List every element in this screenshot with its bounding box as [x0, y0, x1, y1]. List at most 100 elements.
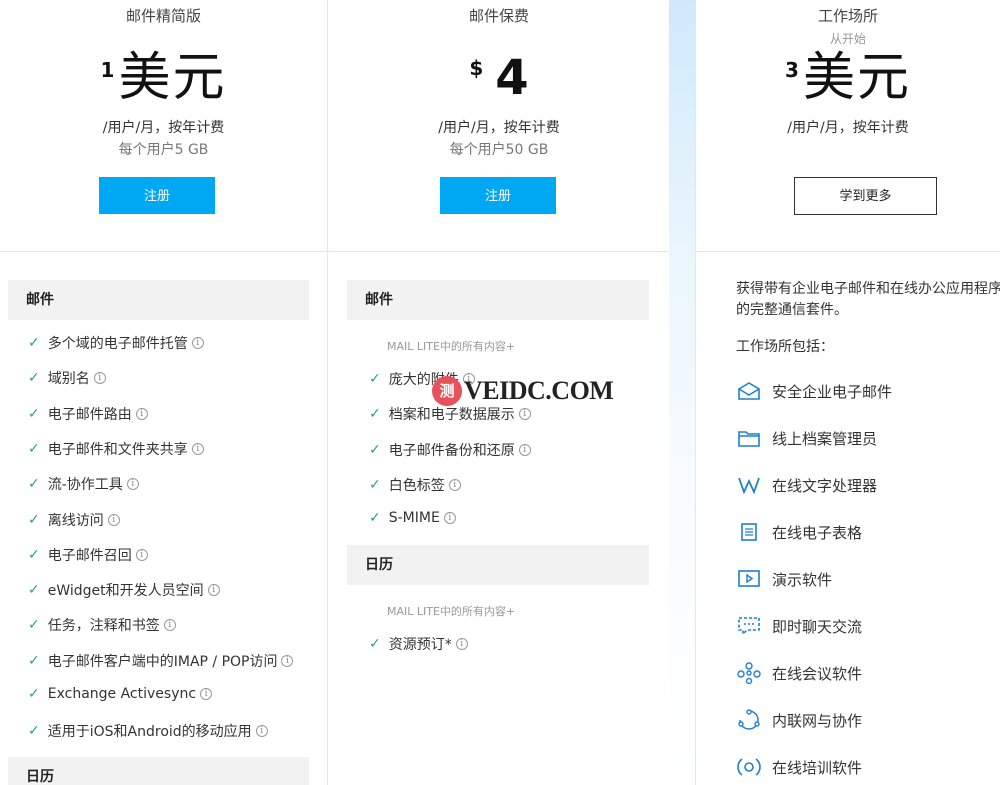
workplace-app-label: 在线文字处理器 [772, 476, 878, 495]
feature-label: 档案和电子数据展示 [388, 407, 515, 424]
feature-item: ✓ S-MIME i [369, 510, 456, 526]
plan-header: 工作场所 从开始 3 美元 /用户/月，按年计费 学到更多 [696, 0, 1000, 252]
section-header-mail: 邮件 [347, 280, 649, 320]
plan-workplace: 工作场所 从开始 3 美元 /用户/月，按年计费 学到更多 获得带有企业电子邮件… [695, 0, 1000, 785]
feature-item: ✓ 电子邮件备份和还原 i [369, 440, 531, 460]
info-icon[interactable]: i [191, 442, 204, 455]
check-icon: ✓ [369, 371, 381, 387]
learn-more-button[interactable]: 学到更多 [794, 177, 937, 215]
feature-item: ✓ eWidget和开发人员空间 i [28, 580, 220, 600]
workplace-app-item: 在线文字处理器 [736, 474, 877, 496]
feature-label: 域别名 [47, 371, 90, 388]
price-currency: $ [469, 56, 484, 80]
info-icon[interactable]: i [135, 407, 148, 420]
feature-label: 离线访问 [47, 512, 104, 529]
sheet-icon [736, 521, 762, 543]
inherit-note: MAIL LITE中的所有内容+ [387, 605, 516, 618]
info-icon[interactable]: i [207, 584, 220, 597]
feature-item: ✓ 白色标签 i [369, 475, 461, 495]
info-icon[interactable]: i [518, 408, 531, 421]
check-icon: ✓ [28, 405, 40, 422]
chat-icon [736, 615, 762, 637]
price-amount: 3 [785, 58, 799, 82]
check-icon: ✓ [28, 335, 40, 351]
info-icon[interactable]: i [455, 638, 468, 650]
check-icon: ✓ [369, 510, 381, 527]
plan-header: 邮件精简版 1 美元 /用户/月，按年计费 每个用户5 GB 注册 [0, 0, 327, 252]
feature-label: S-MIME [388, 510, 440, 527]
plan-subtitle: 从开始 [829, 32, 866, 46]
feature-label: 多个域的电子邮件托管 [47, 336, 188, 352]
workplace-app-item: 内联网与协作 [736, 709, 862, 731]
price-amount: 4 [495, 50, 529, 106]
feature-item: ✓ 电子邮件召回 i [28, 545, 148, 565]
info-icon[interactable]: i [135, 548, 148, 561]
workplace-app-label: 在线会议软件 [772, 664, 863, 683]
feature-item: ✓ 适用于iOS和Android的移动应用 i [28, 721, 268, 741]
check-icon: ✓ [28, 652, 40, 669]
column-gap [669, 0, 695, 785]
feature-label: 电子邮件和文件夹共享 [47, 441, 188, 458]
info-icon[interactable]: i [281, 654, 294, 667]
info-icon[interactable]: i [200, 688, 213, 700]
workplace-app-item: 在线电子表格 [736, 521, 862, 543]
price-currency: 美元 [802, 48, 911, 108]
info-icon[interactable]: i [518, 443, 531, 456]
info-icon[interactable]: i [448, 478, 461, 491]
info-icon[interactable]: i [443, 512, 456, 525]
feature-label: eWidget和开发人员空间 [47, 583, 204, 600]
feature-label: 电子邮件路由 [47, 406, 132, 423]
storage-info: 每个用户5 GB [118, 142, 209, 158]
info-icon[interactable]: i [163, 619, 176, 632]
check-icon: ✓ [369, 636, 381, 652]
writer-icon [736, 474, 762, 496]
workplace-app-label: 即时聊天交流 [772, 617, 863, 636]
check-icon: ✓ [28, 686, 40, 702]
feature-label: 白色标签 [388, 477, 445, 494]
folder-icon [736, 427, 762, 449]
feature-item: ✓ 档案和电子数据展示 i [369, 404, 531, 424]
billing-period: /用户/月，按年计费 [102, 120, 225, 136]
plan-name: 邮件精简版 [125, 7, 201, 25]
workplace-app-label: 线上档案管理员 [772, 429, 878, 448]
signup-button[interactable]: 注册 [99, 177, 215, 214]
workplace-app-label: 演示软件 [772, 570, 833, 589]
workplace-description-line: 获得带有企业电子邮件和在线办公应用程序 [736, 281, 1000, 297]
check-icon: ✓ [28, 723, 40, 740]
workplace-app-label: 内联网与协作 [772, 711, 863, 730]
info-icon[interactable]: i [126, 478, 139, 491]
workplace-app-item: 即时聊天交流 [736, 615, 862, 637]
check-icon: ✓ [28, 511, 40, 528]
info-icon[interactable]: i [107, 513, 120, 526]
check-icon: ✓ [28, 476, 40, 493]
check-icon: ✓ [28, 582, 40, 599]
plan-price: 1 美元 [0, 46, 327, 110]
feature-label: 适用于iOS和Android的移动应用 [47, 724, 252, 741]
feature-item: ✓ 多个域的电子邮件托管 i [28, 333, 204, 353]
section-header-calendar: 日历 [8, 757, 309, 785]
workplace-includes-label: 工作场所包括： [736, 339, 834, 355]
feature-item: ✓ 电子邮件路由 i [28, 404, 148, 424]
feature-label: 任务，注释和书签 [47, 618, 160, 635]
workplace-app-item: 在线培训软件 [736, 756, 862, 778]
workplace-app-label: 安全企业电子邮件 [772, 382, 893, 401]
signup-button[interactable]: 注册 [440, 177, 556, 214]
feature-item: ✓ 资源预订* i [369, 634, 468, 654]
presentation-icon [736, 568, 762, 590]
feature-item: ✓ 任务，注释和书签 i [28, 615, 176, 635]
info-icon[interactable]: i [93, 372, 106, 385]
info-icon[interactable]: i [255, 725, 268, 738]
storage-info: 每个用户50 GB [449, 142, 549, 158]
check-icon: ✓ [28, 546, 40, 563]
check-icon: ✓ [369, 441, 381, 458]
feature-label: Exchange Activesync [47, 686, 197, 702]
workplace-app-item: 在线会议软件 [736, 662, 862, 684]
check-icon: ✓ [28, 370, 40, 387]
inherit-note: MAIL LITE中的所有内容+ [387, 340, 516, 353]
feature-label: 电子邮件召回 [47, 547, 132, 564]
section-header-calendar: 日历 [347, 545, 649, 585]
workplace-app-item: 线上档案管理员 [736, 427, 877, 449]
info-icon[interactable]: i [191, 337, 204, 349]
price-currency: 美元 [118, 48, 227, 108]
watermark-badge: 测 [432, 376, 462, 406]
